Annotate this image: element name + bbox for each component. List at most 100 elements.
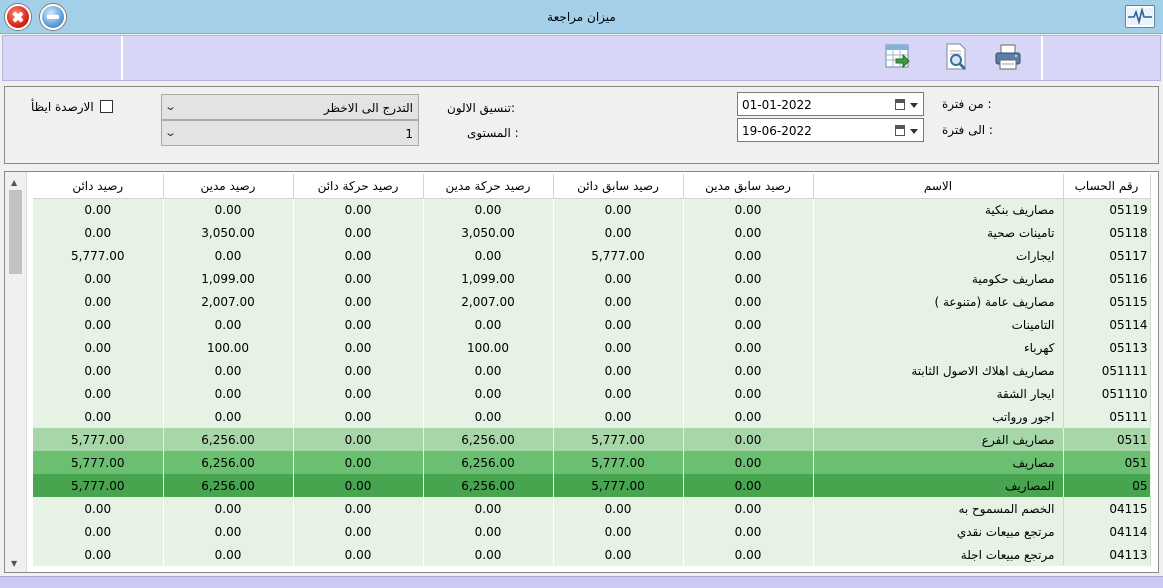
column-header-account-number[interactable]: رقم الحساب [1063, 174, 1151, 199]
column-header-prev-debit[interactable]: رصيد سابق مدين [683, 174, 814, 199]
cell-account-number: 05111 [1063, 405, 1151, 428]
cell-account-number: 04113 [1063, 543, 1151, 566]
cell-movement-debit: 100.00 [423, 336, 554, 359]
calendar-icon[interactable] [895, 99, 905, 110]
print-button[interactable] [993, 42, 1023, 72]
cell-movement-credit: 0.00 [293, 451, 424, 474]
cell-credit-balance: 0.00 [33, 543, 164, 566]
cell-account-number: 0511 [1063, 428, 1151, 451]
cell-debit-balance: 1,099.00 [163, 267, 294, 290]
chevron-down-icon: ⌄ [164, 100, 178, 113]
cell-account-name: المصاريف [813, 474, 1064, 497]
vertical-scrollbar[interactable]: ▲ ▼ [5, 172, 27, 572]
table-row[interactable]: 5,777.00 6,256.00 0.00 6,256.00 5,777.00 0.00… [33, 474, 1151, 497]
column-header-credit-balance[interactable]: رصيد دائن [33, 174, 164, 199]
cell-prev-credit: 5,777.00 [553, 244, 684, 267]
print-preview-button[interactable] [941, 42, 971, 72]
table-row[interactable]: 0.00 0.00 0.00 0.00 0.00 0.00 اجور ورواتب 05111 [33, 405, 1151, 428]
cell-credit-balance: 0.00 [33, 359, 164, 382]
cell-debit-balance: 2,007.00 [163, 290, 294, 313]
cell-prev-debit: 0.00 [683, 336, 814, 359]
pulse-monitor-icon [1125, 5, 1155, 28]
status-bar [0, 576, 1163, 588]
cell-account-name: مصاريف حكومية [813, 267, 1064, 290]
column-header-debit-balance[interactable]: رصيد مدين [163, 174, 294, 199]
chevron-down-icon[interactable] [910, 103, 918, 108]
cell-credit-balance: 0.00 [33, 497, 164, 520]
table-row[interactable]: 5,777.00 6,256.00 0.00 6,256.00 5,777.00 0.00… [33, 451, 1151, 474]
table-row[interactable]: 0.00 0.00 0.00 0.00 0.00 0.00 التامينات 05114 [33, 313, 1151, 336]
to-date-picker[interactable]: 19-06-2022 [737, 118, 924, 142]
cell-debit-balance: 100.00 [163, 336, 294, 359]
cell-credit-balance: 0.00 [33, 198, 164, 221]
table-row[interactable]: 0.00 3,050.00 0.00 3,050.00 0.00 0.00 تامينات … [33, 221, 1151, 244]
table-row[interactable]: 5,777.00 6,256.00 0.00 6,256.00 5,777.00 0.00… [33, 428, 1151, 451]
chevron-down-icon[interactable] [910, 129, 918, 134]
cell-debit-balance: 0.00 [163, 497, 294, 520]
from-date-picker[interactable]: 01-01-2022 [737, 92, 924, 116]
balance-table: رصيد دائن رصيد مدين رصيد حركة دائن رصيد … [33, 174, 1151, 566]
table-row[interactable]: 0.00 0.00 0.00 0.00 0.00 0.00 الخصم المسموح به… [33, 497, 1151, 520]
table-row[interactable]: 0.00 0.00 0.00 0.00 0.00 0.00 مصاريف بنكية 0511… [33, 198, 1151, 221]
zero-balances-checkbox[interactable] [100, 100, 113, 113]
cell-account-number: 05114 [1063, 313, 1151, 336]
cell-credit-balance: 0.00 [33, 405, 164, 428]
column-header-name[interactable]: الاسم [813, 174, 1064, 199]
cell-prev-debit: 0.00 [683, 451, 814, 474]
table-row[interactable]: 5,777.00 0.00 0.00 0.00 5,777.00 0.00 ايجارات 0… [33, 244, 1151, 267]
color-format-select[interactable]: ⌄ التدرج الى الاخظر [161, 94, 419, 120]
cell-account-number: 04115 [1063, 497, 1151, 520]
print-preview-icon [946, 43, 967, 71]
cell-debit-balance: 0.00 [163, 359, 294, 382]
table-row[interactable]: 0.00 100.00 0.00 100.00 0.00 0.00 كهرباء 05113 [33, 336, 1151, 359]
cell-prev-credit: 0.00 [553, 198, 684, 221]
scroll-down-icon[interactable]: ▼ [11, 559, 17, 568]
cell-prev-debit: 0.00 [683, 382, 814, 405]
scrollbar-thumb[interactable] [9, 190, 22, 274]
cell-movement-credit: 0.00 [293, 474, 424, 497]
cell-prev-credit: 0.00 [553, 382, 684, 405]
column-header-prev-credit[interactable]: رصيد سابق دائن [553, 174, 684, 199]
from-date-value: 01-01-2022 [742, 98, 812, 112]
cell-account-number: 04114 [1063, 520, 1151, 543]
cell-movement-debit: 1,099.00 [423, 267, 554, 290]
level-select[interactable]: ⌄ 1 [161, 120, 419, 146]
cell-movement-debit: 2,007.00 [423, 290, 554, 313]
color-format-value: التدرج الى الاخظر [323, 101, 413, 115]
column-header-movement-debit[interactable]: رصيد حركة مدين [423, 174, 554, 199]
cell-debit-balance: 0.00 [163, 543, 294, 566]
scroll-up-icon[interactable]: ▲ [11, 178, 17, 187]
trial-balance-grid: ▲ ▼ رصيد دائن رصيد مدين رصيد حركة دائن ر… [4, 171, 1159, 573]
cell-account-number: 05118 [1063, 221, 1151, 244]
cell-prev-credit: 0.00 [553, 267, 684, 290]
color-format-label: تنسيق الالون: [447, 101, 516, 115]
cell-credit-balance: 0.00 [33, 221, 164, 244]
table-row[interactable]: 0.00 0.00 0.00 0.00 0.00 0.00 مرتجع مبيعات اجل… [33, 543, 1151, 566]
cell-prev-credit: 0.00 [553, 336, 684, 359]
window-title: ميزان مراجعة [547, 10, 616, 24]
table-row[interactable]: 0.00 0.00 0.00 0.00 0.00 0.00 ايجار الشقة 05111… [33, 382, 1151, 405]
zero-balances-label: الارصدة ايظأ [31, 100, 94, 114]
filter-panel: من فترة : 01-01-2022 الى فترة : 19-06-20… [4, 86, 1159, 164]
cell-movement-credit: 0.00 [293, 520, 424, 543]
calendar-icon[interactable] [895, 125, 905, 136]
cell-prev-debit: 0.00 [683, 543, 814, 566]
table-row[interactable]: 0.00 0.00 0.00 0.00 0.00 0.00 مصاريف اهلاك الا… [33, 359, 1151, 382]
table-row[interactable]: 0.00 2,007.00 0.00 2,007.00 0.00 0.00 مصاريف ع… [33, 290, 1151, 313]
cell-account-name: مرتجع مبيعات اجلة [813, 543, 1064, 566]
table-row[interactable]: 0.00 0.00 0.00 0.00 0.00 0.00 مرتجع مبيعات نقد… [33, 520, 1151, 543]
cell-prev-credit: 0.00 [553, 313, 684, 336]
cell-prev-debit: 0.00 [683, 359, 814, 382]
cell-movement-debit: 0.00 [423, 520, 554, 543]
cell-prev-credit: 0.00 [553, 497, 684, 520]
cell-movement-debit: 0.00 [423, 543, 554, 566]
cell-account-number: 05115 [1063, 290, 1151, 313]
cell-account-name: تامينات صحية [813, 221, 1064, 244]
cell-account-number: 05113 [1063, 336, 1151, 359]
cell-movement-credit: 0.00 [293, 382, 424, 405]
printer-icon [995, 44, 1021, 70]
table-row[interactable]: 0.00 1,099.00 0.00 1,099.00 0.00 0.00 مصاريف ح… [33, 267, 1151, 290]
export-excel-button[interactable] [883, 42, 913, 72]
column-header-movement-credit[interactable]: رصيد حركة دائن [293, 174, 424, 199]
cell-account-number: 05119 [1063, 198, 1151, 221]
